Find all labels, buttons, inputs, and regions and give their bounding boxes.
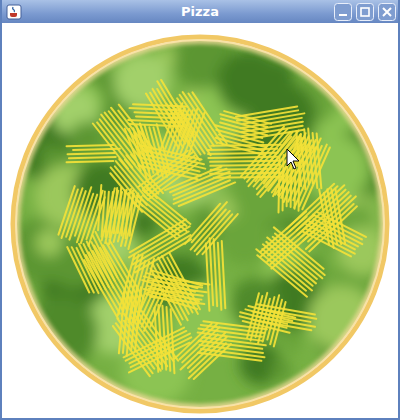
cursor-icon	[287, 149, 299, 169]
close-icon[interactable]	[378, 3, 396, 21]
minimize-icon[interactable]	[334, 3, 352, 21]
cheese-strands	[58, 80, 365, 379]
crust	[13, 37, 387, 411]
java-cup-icon	[6, 4, 22, 20]
pizza	[2, 23, 398, 418]
pizza-window: Pizza	[0, 0, 400, 420]
canvas	[2, 23, 398, 418]
basil-photo	[8, 29, 397, 413]
title-bar[interactable]: Pizza	[2, 0, 398, 23]
maximize-icon[interactable]	[356, 3, 374, 21]
